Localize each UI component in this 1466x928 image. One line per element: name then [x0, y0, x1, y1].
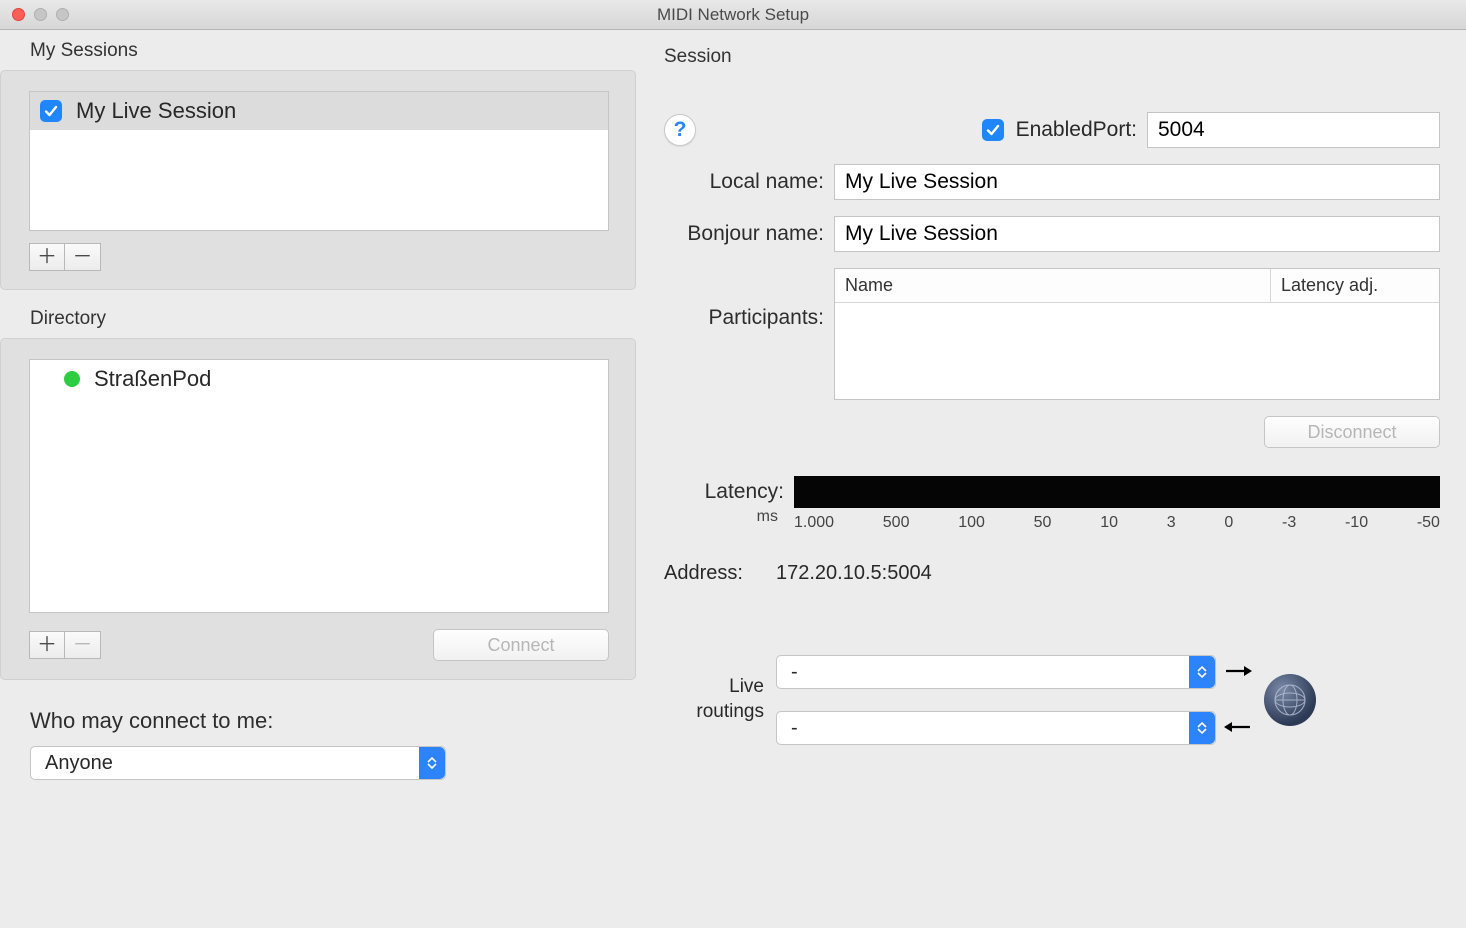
routings-label-line: routings	[696, 701, 764, 722]
sessions-list[interactable]: My Live Session	[29, 91, 609, 231]
sessions-panel: My Live Session ＋ －	[0, 70, 636, 290]
session-enabled-checkbox[interactable]	[40, 100, 62, 122]
bonjour-name-input[interactable]	[834, 216, 1440, 252]
enabled-checkbox[interactable]	[982, 119, 1004, 141]
add-directory-button[interactable]: ＋	[29, 631, 65, 659]
port-label: Port:	[1093, 118, 1137, 142]
session-row[interactable]: My Live Session	[30, 92, 608, 130]
right-column: Session ? Enabled Port: Local name: Bonj…	[644, 30, 1466, 928]
session-row-label: My Live Session	[76, 98, 236, 124]
tick: -3	[1282, 514, 1296, 532]
participants-col-name[interactable]: Name	[835, 269, 1271, 302]
bonjour-name-label: Bonjour name:	[664, 222, 834, 246]
tick: 500	[883, 514, 910, 532]
routing-out-select[interactable]: -	[776, 655, 1216, 689]
sessions-button-strip: ＋ －	[29, 243, 615, 271]
arrow-left-icon	[1224, 715, 1252, 741]
directory-actions: ＋ － Connect	[29, 629, 609, 661]
tick: -50	[1417, 514, 1440, 532]
connect-button: Connect	[433, 629, 609, 661]
local-name-input[interactable]	[834, 164, 1440, 200]
tick: 10	[1100, 514, 1118, 532]
tick: 3	[1167, 514, 1176, 532]
participants-label: Participants:	[664, 268, 834, 330]
tick: 100	[958, 514, 985, 532]
disconnect-button: Disconnect	[1264, 416, 1440, 448]
participants-header: Name Latency adj.	[835, 269, 1439, 303]
network-globe-icon	[1264, 674, 1316, 726]
directory-panel: StraßenPod ＋ － Connect	[0, 338, 636, 680]
who-group: Who may connect to me: Anyone	[0, 702, 644, 780]
tick: -10	[1345, 514, 1368, 532]
directory-list[interactable]: StraßenPod	[29, 359, 609, 613]
local-name-label: Local name:	[664, 170, 834, 194]
add-session-button[interactable]: ＋	[29, 243, 65, 271]
routing-in-select[interactable]: -	[776, 711, 1216, 745]
participants-col-latency[interactable]: Latency adj.	[1271, 269, 1439, 302]
remove-session-button[interactable]: －	[65, 243, 101, 271]
arrow-right-icon	[1224, 659, 1252, 685]
session-detail-heading: Session	[664, 36, 1440, 76]
help-button[interactable]: ?	[664, 114, 696, 146]
select-stepper-icon	[419, 747, 445, 779]
left-column: My Sessions My Live Session ＋ － Director…	[0, 30, 644, 928]
enabled-label: Enabled	[1016, 118, 1093, 142]
tick: 1.000	[794, 514, 834, 532]
latency-meter	[794, 476, 1440, 508]
who-may-connect-select[interactable]: Anyone	[30, 746, 446, 780]
directory-heading: Directory	[0, 290, 644, 338]
sessions-heading: My Sessions	[0, 30, 644, 70]
routing-in-value: -	[791, 717, 798, 740]
window-title: MIDI Network Setup	[0, 5, 1466, 25]
address-value: 172.20.10.5:5004	[776, 562, 932, 585]
tick: 0	[1224, 514, 1233, 532]
port-input[interactable]	[1147, 112, 1440, 148]
live-routings-label: Live routings	[664, 675, 776, 724]
latency-label: Latency:	[664, 480, 794, 504]
participants-table[interactable]: Name Latency adj.	[834, 268, 1440, 400]
who-heading: Who may connect to me:	[30, 708, 624, 734]
select-stepper-icon	[1189, 712, 1215, 744]
directory-row[interactable]: StraßenPod	[30, 360, 608, 398]
select-stepper-icon	[1189, 656, 1215, 688]
address-label: Address:	[664, 562, 776, 585]
routings-label-line: Live	[729, 676, 764, 697]
online-status-icon	[64, 371, 80, 387]
tick: 50	[1034, 514, 1052, 532]
routing-out-value: -	[791, 661, 798, 684]
directory-row-label: StraßenPod	[94, 366, 211, 392]
latency-unit: ms	[664, 508, 794, 532]
latency-ticks: 1.000 500 100 50 10 3 0 -3 -10 -50	[794, 514, 1440, 532]
who-may-connect-value: Anyone	[45, 752, 113, 775]
remove-directory-button: －	[65, 631, 101, 659]
titlebar: MIDI Network Setup	[0, 0, 1466, 30]
